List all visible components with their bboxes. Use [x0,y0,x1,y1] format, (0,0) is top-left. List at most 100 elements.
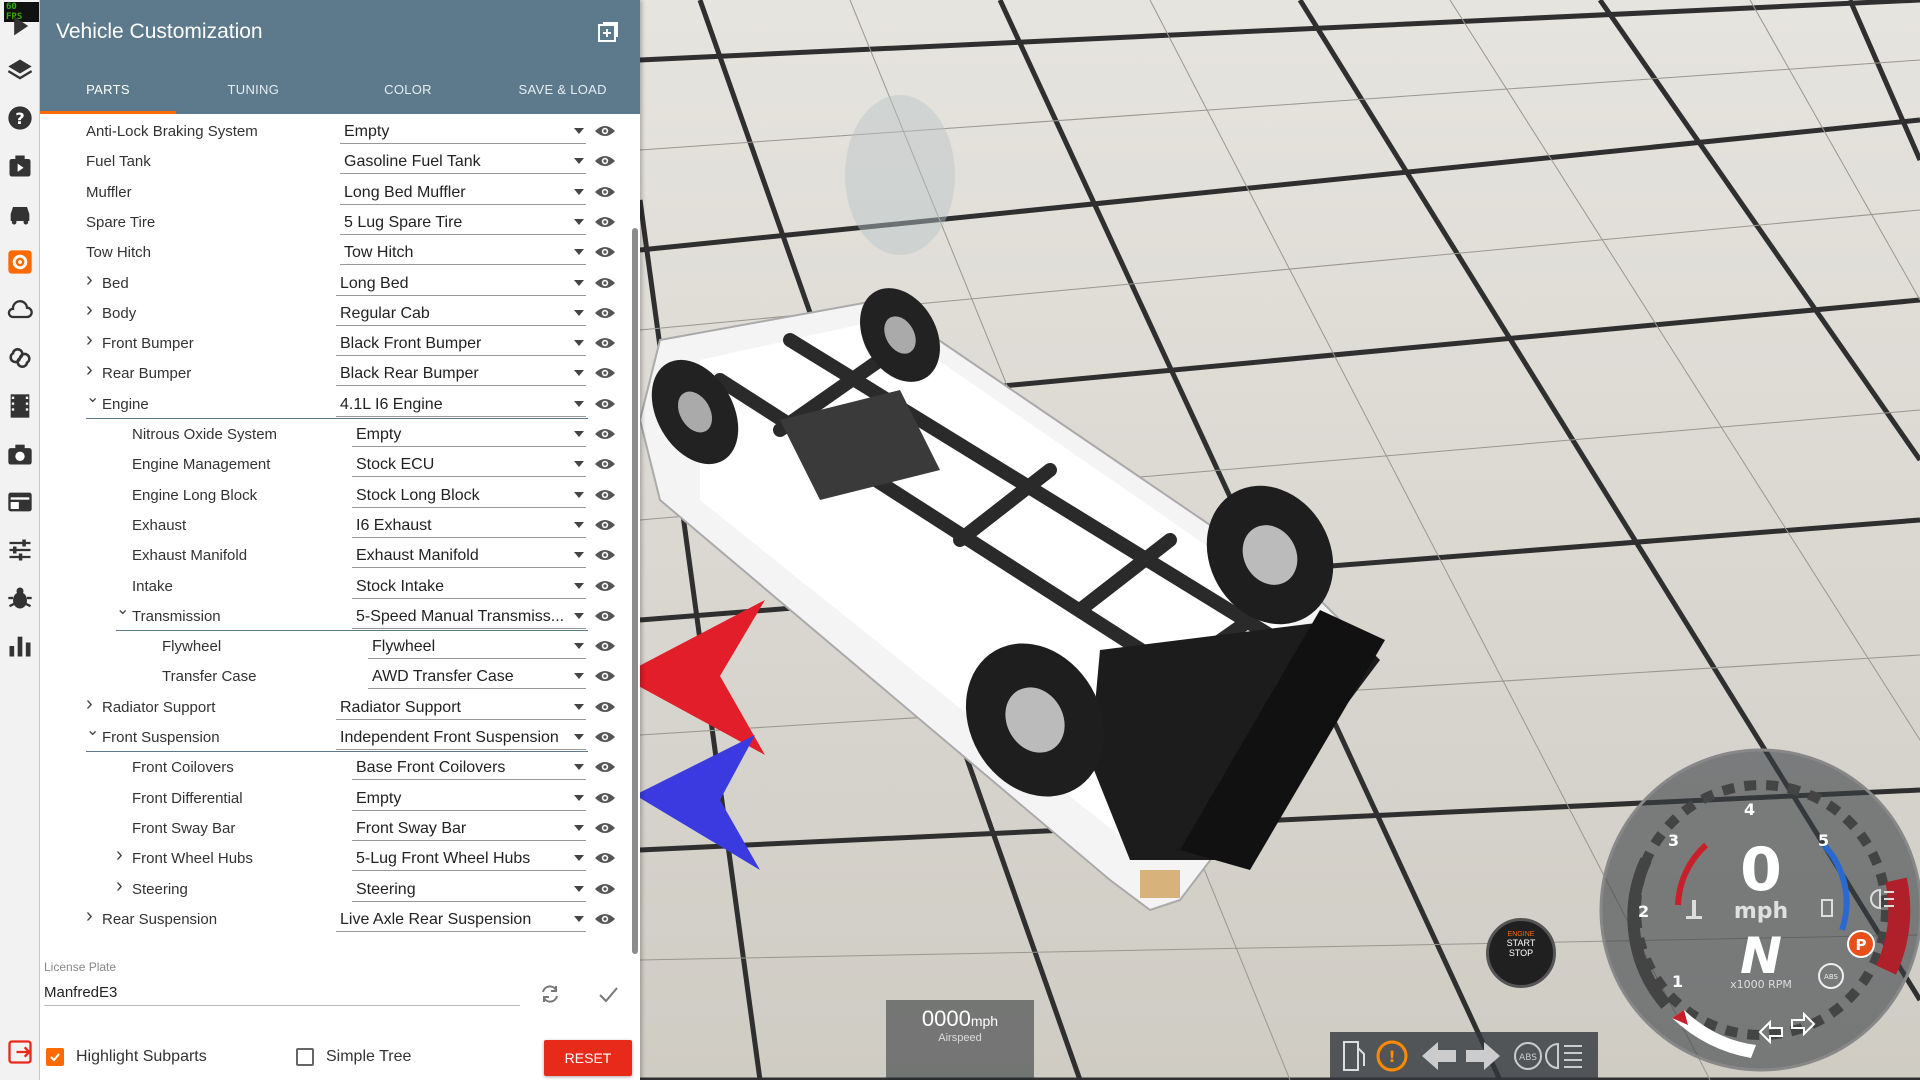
scrollbar[interactable] [632,228,638,954]
visibility-eye-icon[interactable] [594,306,616,320]
part-select[interactable]: Flywheel [368,634,586,660]
tab-color[interactable]: COLOR [331,70,486,114]
engine-start-stop-button[interactable]: ENGINE START STOP [1486,918,1556,988]
visibility-eye-icon[interactable] [594,427,616,441]
part-select[interactable]: Radiator Support [336,695,586,720]
part-select[interactable]: Live Axle Rear Suspension [336,907,586,932]
visibility-eye-icon[interactable] [594,669,616,683]
visibility-eye-icon[interactable] [594,457,616,471]
highlight-subparts-checkbox[interactable]: Highlight Subparts [46,1048,207,1066]
simple-tree-label: Simple Tree [326,1048,412,1065]
part-select[interactable]: Long Bed Muffler [340,180,586,205]
visibility-eye-icon[interactable] [594,639,616,653]
visibility-eye-icon[interactable] [594,397,616,411]
dropdown-arrow-icon [574,703,584,710]
refresh-icon[interactable] [538,982,562,1006]
chevron-down-icon[interactable]: ⌄ [116,599,129,619]
chevron-right-icon[interactable]: › [86,299,93,322]
part-select[interactable]: Stock Long Block [352,483,586,508]
visibility-eye-icon[interactable] [594,154,616,168]
cloud-icon[interactable] [4,294,36,326]
visibility-eye-icon[interactable] [594,185,616,199]
replay-icon[interactable] [4,390,36,422]
part-select[interactable]: Empty [352,422,586,447]
visibility-eye-icon[interactable] [594,276,616,290]
chevron-right-icon[interactable]: › [86,269,93,292]
scenario-icon[interactable] [4,150,36,182]
simple-tree-checkbox[interactable]: Simple Tree [296,1048,411,1066]
visibility-eye-icon[interactable] [594,579,616,593]
dropdown-arrow-icon [574,824,584,831]
tab-save-load[interactable]: SAVE & LOAD [485,70,640,114]
part-select[interactable]: Exhaust Manifold [352,543,586,569]
environment-icon[interactable] [4,486,36,518]
visibility-eye-icon[interactable] [594,700,616,714]
part-select-value: 4.1L I6 Engine [340,395,443,413]
chevron-right-icon[interactable]: › [86,359,93,382]
part-select[interactable]: Empty [352,786,586,811]
visibility-eye-icon[interactable] [594,215,616,229]
part-select[interactable]: AWD Transfer Case [368,664,586,690]
chevron-down-icon[interactable]: ⌄ [86,720,99,740]
confirm-check-icon[interactable] [596,982,620,1006]
dropdown-arrow-icon [574,431,584,437]
camera-icon[interactable] [4,438,36,470]
vehicle-icon[interactable] [4,198,36,230]
visibility-eye-icon[interactable] [594,791,616,805]
license-plate-input[interactable] [44,980,520,1006]
part-select[interactable]: Regular Cab [336,301,586,326]
visibility-eye-icon[interactable] [594,548,616,562]
visibility-eye-icon[interactable] [594,760,616,774]
chevron-right-icon[interactable]: › [86,329,93,352]
help-icon[interactable]: ? [4,102,36,134]
stats-icon[interactable] [4,630,36,662]
visibility-eye-icon[interactable] [594,882,616,896]
visibility-eye-icon[interactable] [594,821,616,835]
part-select[interactable]: 4.1L I6 Engine [336,392,586,417]
part-select[interactable]: Steering [352,877,586,902]
layers-icon[interactable] [4,54,36,86]
part-select[interactable]: Base Front Coilovers [352,755,586,781]
part-select[interactable]: 5-Speed Manual Transmiss... [352,604,586,629]
visibility-eye-icon[interactable] [594,245,616,259]
visibility-eye-icon[interactable] [594,488,616,502]
chevron-right-icon[interactable]: › [86,693,93,716]
part-select[interactable]: Tow Hitch [340,240,586,266]
loop-icon[interactable] [4,342,36,374]
chevron-down-icon[interactable]: ⌄ [86,387,99,407]
part-select[interactable]: Front Sway Bar [352,816,586,841]
part-select[interactable]: Empty [340,119,586,144]
visibility-eye-icon[interactable] [594,124,616,138]
visibility-eye-icon[interactable] [594,518,616,532]
part-select[interactable]: Gasoline Fuel Tank [340,149,586,175]
part-select[interactable]: Black Front Bumper [336,331,586,357]
exit-icon[interactable] [4,1036,36,1068]
part-select[interactable]: Stock ECU [352,452,586,478]
part-select[interactable]: Black Rear Bumper [336,361,586,387]
visibility-eye-icon[interactable] [594,336,616,350]
part-select[interactable]: Long Bed [336,271,586,296]
settings-icon[interactable] [4,534,36,566]
visibility-eye-icon[interactable] [594,609,616,623]
part-label: Steering [132,880,188,898]
part-select[interactable]: Stock Intake [352,574,586,599]
visibility-eye-icon[interactable] [594,366,616,380]
play-icon[interactable] [4,10,36,42]
chevron-right-icon[interactable]: › [116,844,123,867]
part-select[interactable]: 5-Lug Front Wheel Hubs [352,846,586,872]
chevron-right-icon[interactable]: › [116,875,123,898]
tab-tuning[interactable]: TUNING [176,70,331,114]
customize-icon[interactable] [4,246,36,278]
part-select[interactable]: I6 Exhaust [352,513,586,538]
reset-button[interactable]: RESET [544,1040,632,1076]
chevron-right-icon[interactable]: › [86,905,93,928]
debug-icon[interactable] [4,582,36,614]
add-window-icon[interactable] [596,20,620,44]
part-select[interactable]: 5 Lug Spare Tire [340,210,586,235]
visibility-eye-icon[interactable] [594,912,616,926]
part-select[interactable]: Independent Front Suspension [336,725,586,750]
part-label: Rear Suspension [102,910,218,928]
tab-parts[interactable]: PARTS [40,70,176,114]
visibility-eye-icon[interactable] [594,851,616,865]
visibility-eye-icon[interactable] [594,730,616,744]
